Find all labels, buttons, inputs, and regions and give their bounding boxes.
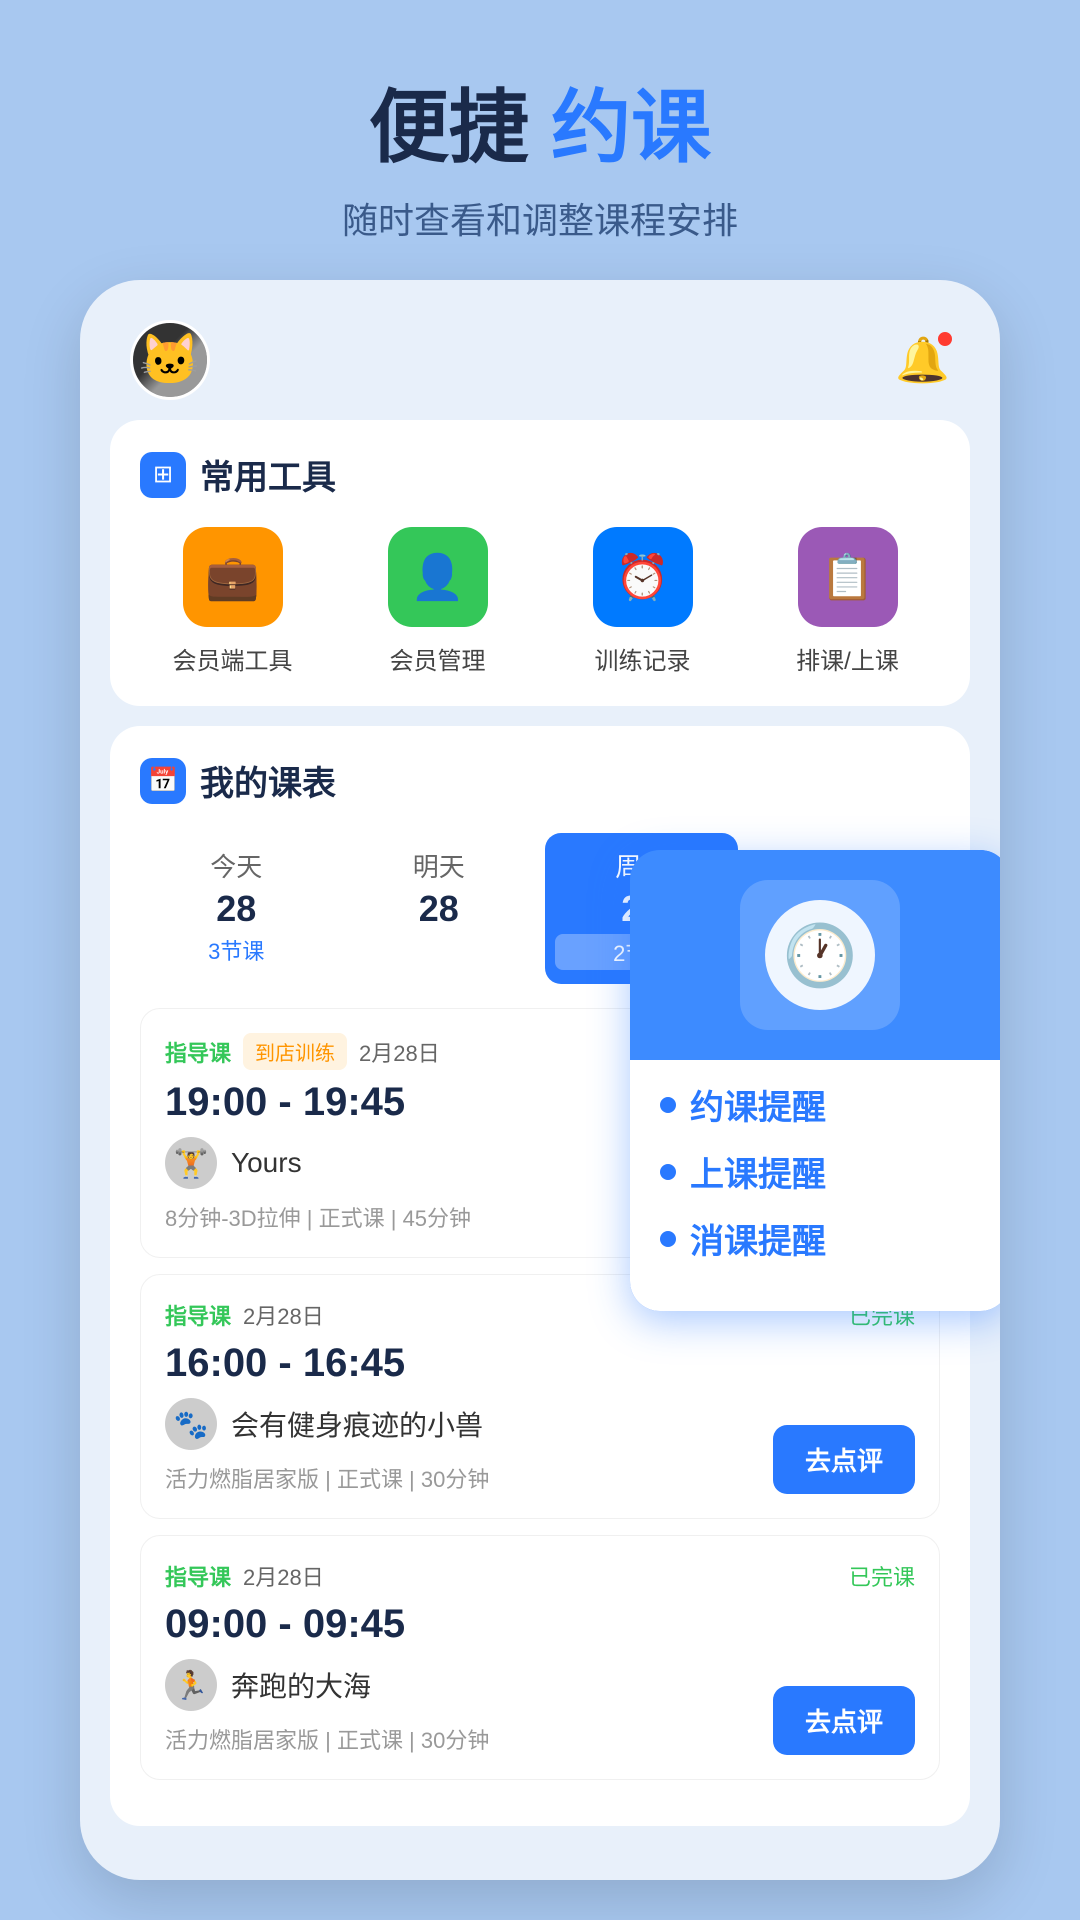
popup-icon-area: 🕐 bbox=[630, 850, 1000, 1060]
lesson-card-3: 指导课 2月28日 已完课 09:00 - 09:45 🏃 奔跑的大海 活力燃脂… bbox=[140, 1535, 940, 1780]
lesson-date-2: 2月28日 bbox=[243, 1299, 324, 1331]
tool-icon-member-tools: 💼 bbox=[183, 527, 283, 627]
review-button-3[interactable]: 去点评 bbox=[773, 1686, 915, 1755]
popup-text-1: 约课提醒 bbox=[690, 1080, 826, 1129]
tool-icon-member-mgmt: 👤 bbox=[388, 527, 488, 627]
review-button-2[interactable]: 去点评 bbox=[773, 1425, 915, 1494]
lesson-type-2: 指导课 bbox=[165, 1299, 231, 1331]
day-lessons-today: 3节课 bbox=[150, 934, 323, 966]
schedule-title: 我的课表 bbox=[200, 756, 336, 805]
day-name-tomorrow: 明天 bbox=[353, 847, 526, 884]
lesson-header-3: 指导课 2月28日 已完课 bbox=[165, 1560, 915, 1592]
lesson-date-3: 2月28日 bbox=[243, 1560, 324, 1592]
popup-card: 🕐 约课提醒 上课提醒 消课提醒 bbox=[630, 850, 1000, 1311]
popup-bullet-3 bbox=[660, 1231, 676, 1247]
hero-title-plain: 便捷 bbox=[369, 83, 529, 172]
day-name-today: 今天 bbox=[150, 847, 323, 884]
popup-text-2: 上课提醒 bbox=[690, 1147, 826, 1196]
phone-frame: 🔔 ⊞ 常用工具 💼 会员端工具 👤 会员管理 ⏰ bbox=[80, 280, 1000, 1880]
tool-item-schedule[interactable]: 📋 排课/上课 bbox=[755, 527, 940, 676]
tools-header: ⊞ 常用工具 bbox=[140, 450, 940, 499]
tool-item-training-record[interactable]: ⏰ 训练记录 bbox=[550, 527, 735, 676]
schedule-header: 📅 我的课表 bbox=[140, 756, 940, 805]
popup-bullet-2 bbox=[660, 1164, 676, 1180]
popup-item-3: 消课提醒 bbox=[660, 1214, 980, 1263]
tool-icon-schedule: 📋 bbox=[798, 527, 898, 627]
tool-item-member-mgmt[interactable]: 👤 会员管理 bbox=[345, 527, 530, 676]
lesson-completed-3: 已完课 bbox=[849, 1560, 915, 1592]
lesson-time-3: 09:00 - 09:45 bbox=[165, 1602, 915, 1647]
lesson-tag-1: 到店训练 bbox=[243, 1033, 347, 1070]
schedule-icon: 📅 bbox=[140, 758, 186, 804]
tools-title: 常用工具 bbox=[200, 450, 336, 499]
trainer-name-3: 奔跑的大海 bbox=[231, 1665, 371, 1705]
tools-card: ⊞ 常用工具 💼 会员端工具 👤 会员管理 ⏰ 训练记录 📋 排 bbox=[110, 420, 970, 706]
tool-label-schedule: 排课/上课 bbox=[796, 641, 899, 676]
tool-label-member-tools: 会员端工具 bbox=[173, 641, 293, 676]
lesson-type-3: 指导课 bbox=[165, 1560, 231, 1592]
trainer-avatar-3: 🏃 bbox=[165, 1659, 217, 1711]
trainer-avatar-1: 🏋️ bbox=[165, 1137, 217, 1189]
popup-item-1: 约课提醒 bbox=[660, 1080, 980, 1129]
lesson-date-1: 2月28日 bbox=[359, 1036, 440, 1068]
tool-label-member-mgmt: 会员管理 bbox=[390, 641, 486, 676]
day-tab-today[interactable]: 今天 28 3节课 bbox=[140, 833, 333, 984]
tool-label-training-record: 训练记录 bbox=[595, 641, 691, 676]
tool-item-member-tools[interactable]: 💼 会员端工具 bbox=[140, 527, 325, 676]
notification-badge bbox=[936, 330, 954, 348]
popup-text-3: 消课提醒 bbox=[690, 1214, 826, 1263]
notification-bell[interactable]: 🔔 bbox=[895, 334, 950, 386]
day-number-today: 28 bbox=[150, 888, 323, 930]
lesson-type-1: 指导课 bbox=[165, 1036, 231, 1068]
day-tab-tomorrow[interactable]: 明天 28 bbox=[343, 833, 536, 984]
hero-title-accent: 约课 bbox=[551, 83, 711, 172]
popup-list: 约课提醒 上课提醒 消课提醒 bbox=[630, 1060, 1000, 1311]
trainer-name-1: Yours bbox=[231, 1147, 302, 1179]
phone-header: 🔔 bbox=[110, 310, 970, 420]
lesson-time-2: 16:00 - 16:45 bbox=[165, 1341, 915, 1386]
avatar-image bbox=[133, 323, 207, 397]
trainer-name-2: 会有健身痕迹的小兽 bbox=[231, 1404, 483, 1444]
hero-section: 便捷 约课 随时查看和调整课程安排 bbox=[0, 0, 1080, 244]
hero-subtitle: 随时查看和调整课程安排 bbox=[0, 192, 1080, 244]
popup-bullet-1 bbox=[660, 1097, 676, 1113]
user-avatar bbox=[130, 320, 210, 400]
phone-mockup: 🔔 ⊞ 常用工具 💼 会员端工具 👤 会员管理 ⏰ bbox=[80, 280, 1000, 1880]
day-number-tomorrow: 28 bbox=[353, 888, 526, 930]
hero-title: 便捷 约课 bbox=[0, 80, 1080, 176]
tool-icon-training-record: ⏰ bbox=[593, 527, 693, 627]
tools-grid: 💼 会员端工具 👤 会员管理 ⏰ 训练记录 📋 排课/上课 bbox=[140, 527, 940, 676]
popup-clock-icon: 🕐 bbox=[765, 900, 875, 1010]
trainer-avatar-2: 🐾 bbox=[165, 1398, 217, 1450]
popup-item-2: 上课提醒 bbox=[660, 1147, 980, 1196]
tools-icon: ⊞ bbox=[140, 452, 186, 498]
